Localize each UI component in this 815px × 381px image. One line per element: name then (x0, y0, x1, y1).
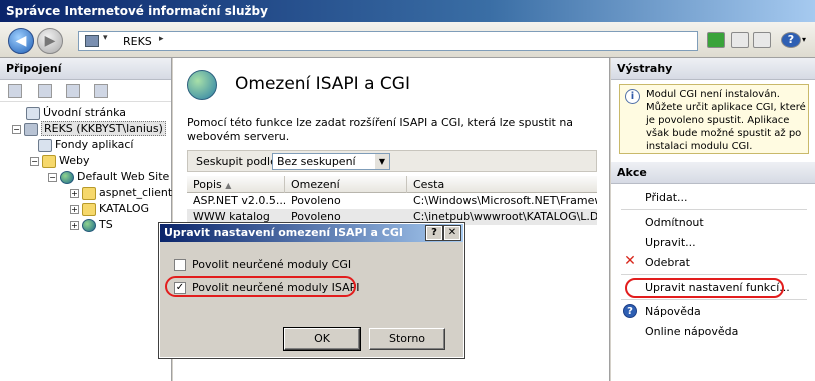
chevron-down-icon[interactable]: ▾ (103, 33, 108, 43)
chevron-down-icon[interactable]: ▼ (375, 154, 389, 169)
dialog-title: Upravit nastavení omezení ISAPI a CGI (164, 226, 403, 239)
column-header-popis[interactable]: Popis ▲ (187, 176, 285, 193)
home-icon[interactable] (753, 32, 771, 48)
tree-item-ts[interactable]: + TS (70, 217, 113, 233)
disconnect-icon[interactable] (94, 84, 108, 98)
dialog-title-bar: Upravit nastavení omezení ISAPI a CGI (160, 224, 463, 242)
connections-panel: Připojení Úvodní stránka − REKS (KKBYST\l… (0, 58, 172, 381)
help-chevron-down-icon[interactable]: ▾ (802, 35, 812, 51)
help-icon[interactable]: ? (781, 32, 801, 48)
table-header: Popis ▲ Omezení Cesta (187, 176, 597, 193)
refresh-icon[interactable] (707, 32, 725, 48)
tree-item-app-pools[interactable]: Fondy aplikací (38, 137, 133, 153)
info-icon: i (625, 89, 640, 104)
globe-icon (60, 170, 74, 184)
forward-arrow-icon[interactable]: ▶ (37, 28, 63, 54)
sort-asc-icon: ▲ (225, 181, 232, 190)
group-by-bar: Seskupit podle: Bez seskupení ▼ (187, 150, 597, 172)
folder-icon (82, 202, 96, 216)
folder-icon (82, 186, 96, 200)
tree-item-server[interactable]: − REKS (KKBYST\lanius) (12, 121, 166, 137)
window-title: Správce Internetové informační služby (6, 4, 268, 18)
help-icon: ? (623, 304, 637, 318)
dialog-help-button[interactable]: ? (425, 225, 443, 241)
edit-action[interactable]: Upravit... (645, 236, 696, 249)
server-icon (24, 122, 38, 136)
group-by-select[interactable]: Bez seskupení ▼ (272, 153, 390, 170)
alert-message-box: i Modul CGI není instalován. Můžete urči… (619, 84, 809, 154)
navigation-toolbar: ◀ ▶ ▾ REKS ▸ ? ▾ (0, 22, 815, 58)
column-header-cesta[interactable]: Cesta (407, 176, 597, 193)
server-icon (85, 35, 99, 47)
expand-icon[interactable]: + (70, 204, 79, 214)
restrictions-table: Popis ▲ Omezení Cesta ASP.NET v2.0.5... … (187, 176, 597, 225)
tree-item-katalog[interactable]: + KATALOG (70, 201, 149, 217)
deny-action[interactable]: Odmítnout (645, 216, 704, 229)
feature-title: Omezení ISAPI a CGI (235, 74, 410, 94)
allow-cgi-label: Povolit neurčené moduly CGI (192, 258, 352, 271)
mail-icon[interactable] (731, 32, 749, 48)
divider (621, 299, 807, 300)
actions-panel: Výstrahy i Modul CGI není instalován. Mů… (611, 58, 815, 381)
expand-icon[interactable]: + (70, 188, 79, 198)
window-title-bar: Správce Internetové informační služby (0, 0, 815, 22)
group-by-label: Seskupit podle: (196, 155, 281, 168)
delete-x-icon: ✕ (624, 253, 636, 269)
save-icon[interactable] (38, 84, 52, 98)
divider (621, 209, 807, 210)
connections-title: Připojení (0, 58, 171, 80)
cancel-button[interactable]: Storno (369, 328, 445, 350)
address-text: REKS (123, 35, 152, 48)
tree-item-aspnet-client[interactable]: + aspnet_client (70, 185, 172, 201)
isapi-cgi-icon (187, 70, 217, 100)
back-arrow-icon[interactable]: ◀ (8, 28, 34, 54)
add-action[interactable]: Přidat... (645, 191, 688, 204)
allow-cgi-checkbox-row[interactable]: Povolit neurčené moduly CGI (174, 257, 351, 273)
table-row[interactable]: ASP.NET v2.0.5... Povoleno C:\Windows\Mi… (187, 193, 597, 209)
alert-message: Modul CGI není instalován. Můžete určit … (646, 89, 806, 152)
address-chevron-icon[interactable]: ▸ (159, 34, 164, 44)
sites-folder-icon (42, 154, 56, 168)
actions-title: Akce (611, 162, 815, 184)
collapse-icon[interactable]: − (30, 156, 39, 166)
up-icon[interactable] (66, 84, 80, 98)
allow-cgi-checkbox[interactable] (174, 259, 186, 271)
online-help-action[interactable]: Online nápověda (645, 325, 738, 338)
address-bar[interactable]: ▾ REKS ▸ (78, 31, 698, 51)
remove-action[interactable]: Odebrat (645, 256, 690, 269)
help-action[interactable]: Nápověda (645, 305, 701, 318)
app-pool-icon (38, 138, 52, 152)
connect-icon[interactable] (8, 84, 22, 98)
tree-item-default-web-site[interactable]: − Default Web Site (48, 169, 169, 185)
tree-item-sites[interactable]: − Weby (30, 153, 90, 169)
globe-icon (82, 218, 96, 232)
ok-button[interactable]: OK (283, 327, 361, 351)
tree-item-home[interactable]: Úvodní stránka (26, 105, 126, 121)
collapse-icon[interactable]: − (48, 172, 57, 182)
collapse-icon[interactable]: − (12, 124, 21, 134)
highlight-oval (625, 278, 784, 298)
expand-icon[interactable]: + (70, 220, 79, 230)
divider (621, 274, 807, 275)
feature-description: Pomocí této funkce lze zadat rozšíření I… (187, 116, 574, 143)
connections-toolbar (0, 80, 171, 102)
dialog-close-button[interactable]: ✕ (443, 225, 461, 241)
home-page-icon (26, 106, 40, 120)
highlight-oval (165, 276, 356, 297)
column-header-omezeni[interactable]: Omezení (285, 176, 407, 193)
alerts-title: Výstrahy (611, 58, 815, 80)
